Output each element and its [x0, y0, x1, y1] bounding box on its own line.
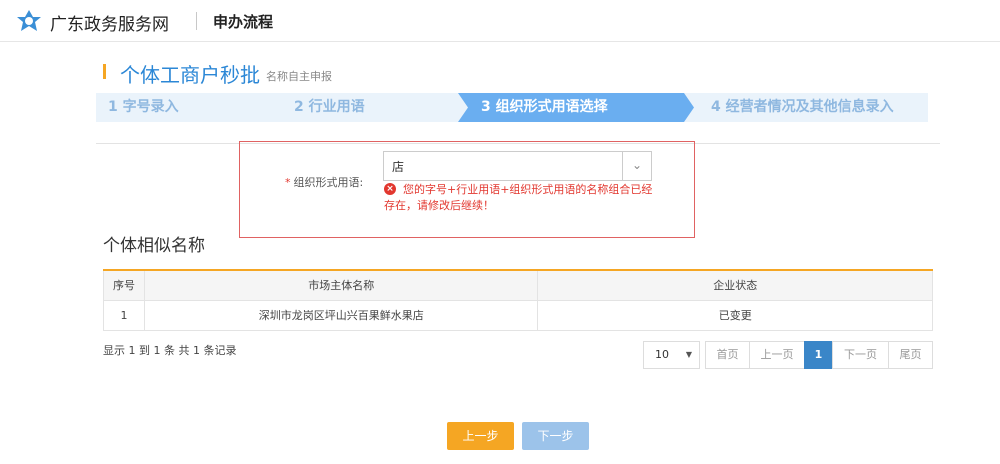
similar-names-title: 个体相似名称: [103, 236, 205, 256]
step-4: 4 经营者情况及其他信息录入: [711, 99, 894, 115]
page-title: 个体工商户秒批: [120, 63, 260, 87]
similar-names-table: 序号 市场主体名称 企业状态 1 深圳市龙岗区坪山兴百果鲜水果店 已变更: [103, 269, 933, 331]
column-header-status: 企业状态: [537, 269, 933, 301]
top-header: 广东政务服务网 申办流程: [0, 0, 1000, 42]
step-progress: 1 字号录入 2 行业用语 3 组织形式用语选择 4 经营者情况及其他信息录入: [96, 93, 928, 122]
page-title-sub: 名称自主申报: [266, 70, 332, 83]
next-step-button[interactable]: 下一步: [522, 422, 589, 450]
cell-name: 深圳市龙岗区坪山兴百果鲜水果店: [143, 299, 539, 331]
error-message: 您的字号+行业用语+组织形式用语的名称组合已经存在，请修改后继续！: [384, 183, 653, 212]
table-header-row: 序号 市场主体名称 企业状态: [103, 269, 933, 301]
org-form-label: * 组织形式用语:: [285, 174, 363, 190]
page-subtitle: 申办流程: [213, 13, 274, 31]
required-mark: *: [285, 176, 291, 189]
step-2: 2 行业用语: [294, 99, 365, 115]
column-header-name: 市场主体名称: [143, 269, 539, 301]
chevron-down-icon[interactable]: ⌄: [622, 152, 651, 180]
step-3: 3 组织形式用语选择: [481, 99, 608, 115]
title-accent-bar: [103, 64, 106, 79]
step-1: 1 字号录入: [108, 99, 179, 115]
records-summary: 显示 1 到 1 条 共 1 条记录: [103, 344, 237, 357]
pager-first[interactable]: 首页: [705, 341, 750, 369]
page-size-select[interactable]: 10 ▼: [643, 341, 700, 369]
page-size-value: 10: [655, 348, 669, 361]
org-form-select-value: 店: [392, 160, 405, 174]
cell-index: 1: [103, 299, 145, 331]
org-form-label-text: 组织形式用语:: [293, 176, 364, 189]
site-name[interactable]: 广东政务服务网: [50, 10, 169, 35]
prev-step-button[interactable]: 上一步: [447, 422, 514, 450]
pager-last[interactable]: 尾页: [888, 341, 933, 369]
table-row: 1 深圳市龙岗区坪山兴百果鲜水果店 已变更: [103, 299, 933, 331]
header-divider: [196, 12, 197, 30]
pager-current-page[interactable]: 1: [804, 341, 833, 369]
column-header-index: 序号: [103, 269, 145, 301]
cell-status: 已变更: [537, 299, 933, 331]
pager-prev[interactable]: 上一页: [749, 341, 805, 369]
caret-down-icon: ▼: [685, 350, 692, 359]
guangdong-logo-icon[interactable]: [16, 9, 42, 33]
org-form-select[interactable]: 店 ⌄: [383, 151, 652, 181]
pager-next[interactable]: 下一页: [832, 341, 889, 369]
